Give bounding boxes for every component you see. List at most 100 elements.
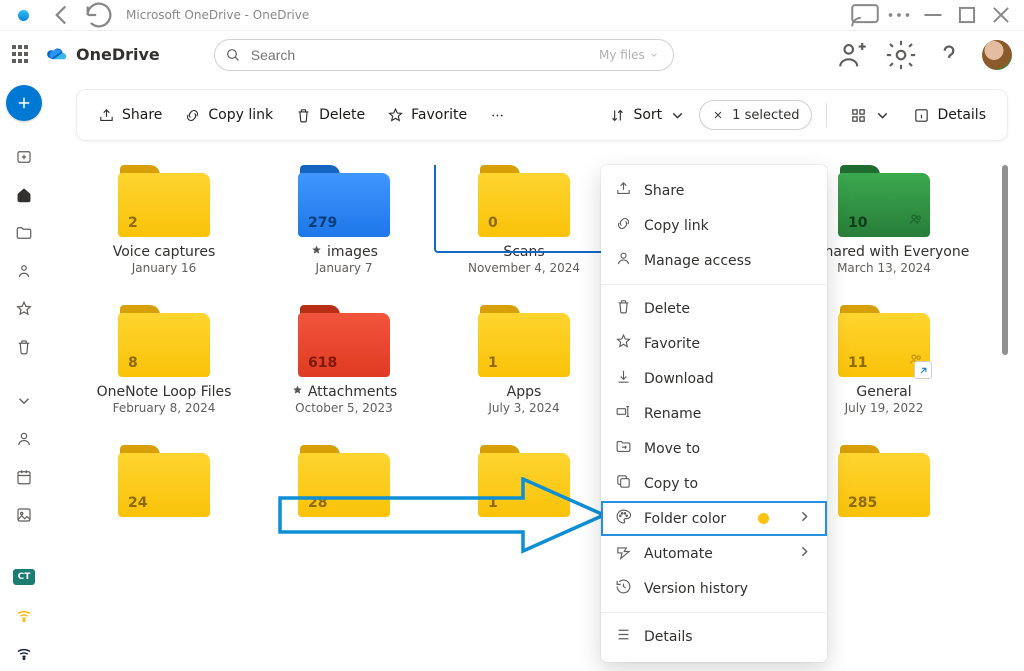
- folder-item[interactable]: 8 OneNote Loop Files February 8, 2024: [76, 305, 252, 415]
- folder-icon: 1: [478, 305, 570, 377]
- nav-wifi2-icon[interactable]: [4, 635, 44, 671]
- folder-icon: 0: [478, 165, 570, 237]
- folder-item[interactable]: 28: [256, 445, 432, 541]
- nav-home-icon[interactable]: [4, 177, 44, 213]
- menu-item-rename[interactable]: Rename: [601, 396, 827, 431]
- search-bar[interactable]: My files: [214, 39, 674, 71]
- menu-item-label: Delete: [644, 301, 690, 317]
- cast-icon[interactable]: [848, 0, 882, 32]
- folder-name: Voice captures: [113, 243, 216, 261]
- favorite-button[interactable]: Favorite: [378, 97, 476, 133]
- selection-pill[interactable]: 1 selected: [699, 100, 812, 130]
- nav-recycle-icon[interactable]: [4, 329, 44, 365]
- folder-item[interactable]: 1 Apps July 3, 2024: [436, 305, 612, 415]
- app-launcher-icon[interactable]: [12, 45, 32, 65]
- menu-item-delete[interactable]: Delete: [601, 291, 827, 326]
- refresh-button[interactable]: [82, 0, 116, 30]
- folder-icon: 279: [298, 165, 390, 237]
- copyto-icon: [615, 473, 632, 494]
- add-button[interactable]: [6, 85, 42, 121]
- nav-ct-badge[interactable]: CT: [4, 559, 44, 595]
- folder-item[interactable]: 279 images January 7: [256, 165, 432, 275]
- link-icon: [615, 215, 632, 236]
- automate-icon: [615, 543, 632, 564]
- share-button[interactable]: Share: [89, 97, 171, 133]
- folder-icon: 28: [298, 445, 390, 517]
- window-titlebar: Microsoft OneDrive - OneDrive: [0, 0, 1024, 31]
- copylink-button[interactable]: Copy link: [175, 97, 282, 133]
- item-count: 1: [488, 355, 498, 371]
- folder-name: images: [310, 243, 378, 261]
- folder-item[interactable]: 1: [436, 445, 612, 541]
- maximize-button[interactable]: [950, 0, 984, 32]
- folder-icon: 24: [118, 445, 210, 517]
- menu-item-label: Favorite: [644, 336, 700, 352]
- search-scope-label[interactable]: My files: [599, 48, 663, 62]
- folder-name: General: [856, 383, 911, 401]
- folder-icon: 2: [118, 165, 210, 237]
- menu-item-favorite[interactable]: Favorite: [601, 326, 827, 361]
- back-button[interactable]: [44, 0, 78, 30]
- sort-button[interactable]: Sort: [600, 97, 695, 133]
- nav-media-icon[interactable]: [4, 497, 44, 533]
- more-icon[interactable]: [882, 0, 916, 32]
- menu-item-details[interactable]: Details: [601, 619, 827, 654]
- menu-item-label: Details: [644, 629, 693, 645]
- folder-item[interactable]: 618 Attachments October 5, 2023: [256, 305, 432, 415]
- menu-item-copy link[interactable]: Copy link: [601, 208, 827, 243]
- nav-shared-icon[interactable]: [4, 253, 44, 289]
- search-icon: [225, 47, 241, 63]
- context-menu[interactable]: Share Copy link Manage access Delete Fav…: [601, 165, 827, 662]
- folder-icon: 285: [838, 445, 930, 517]
- close-button[interactable]: [984, 0, 1018, 32]
- menu-item-copy to[interactable]: Copy to: [601, 466, 827, 501]
- menu-item-download[interactable]: Download: [601, 361, 827, 396]
- clear-selection-icon[interactable]: [712, 109, 724, 121]
- nav-add-to-onedrive-icon[interactable]: [4, 139, 44, 175]
- download-icon: [615, 368, 632, 389]
- item-count: 28: [308, 495, 327, 511]
- details-button[interactable]: Details: [904, 97, 995, 133]
- delete-button[interactable]: Delete: [286, 97, 374, 133]
- star-icon: [615, 333, 632, 354]
- menu-item-move to[interactable]: Move to: [601, 431, 827, 466]
- menu-item-version history[interactable]: Version history: [601, 571, 827, 606]
- scrollbar-thumb[interactable]: [1002, 165, 1008, 355]
- item-count: 8: [128, 355, 138, 371]
- folder-item[interactable]: 2 Voice captures January 16: [76, 165, 252, 275]
- folder-icon: 10: [838, 165, 930, 237]
- nav-favorites-icon[interactable]: [4, 291, 44, 327]
- folder-date: January 16: [132, 261, 197, 275]
- menu-item-manage access[interactable]: Manage access: [601, 243, 827, 278]
- folder-item[interactable]: 24: [76, 445, 252, 541]
- menu-item-label: Version history: [644, 581, 748, 597]
- menu-item-share[interactable]: Share: [601, 173, 827, 208]
- avatar[interactable]: [980, 38, 1014, 72]
- nav-files-icon[interactable]: [4, 215, 44, 251]
- command-bar: Share Copy link Delete Favorite Sort: [76, 89, 1008, 141]
- menu-item-label: Move to: [644, 441, 700, 457]
- nav-people-icon[interactable]: [4, 421, 44, 457]
- help-icon[interactable]: [932, 38, 966, 72]
- nav-wifi-icon[interactable]: [4, 597, 44, 633]
- premium-icon[interactable]: [836, 38, 870, 72]
- folder-name: Apps: [507, 383, 542, 401]
- menu-item-automate[interactable]: Automate: [601, 536, 827, 571]
- chevron-down-icon: [649, 50, 659, 60]
- chevron-down-icon: [669, 107, 686, 124]
- minimize-button[interactable]: [916, 0, 950, 32]
- nav-meetings-icon[interactable]: [4, 459, 44, 495]
- chevron-right-icon: [796, 508, 813, 529]
- view-button[interactable]: [841, 97, 900, 133]
- folder-item[interactable]: 0 Scans November 4, 2024: [436, 165, 612, 275]
- color-icon: [615, 508, 632, 529]
- menu-item-label: Manage access: [644, 253, 751, 269]
- menu-item-label: Folder color: [644, 511, 726, 527]
- search-input[interactable]: [249, 40, 591, 70]
- history-icon: [615, 578, 632, 599]
- more-button[interactable]: [480, 97, 515, 133]
- menu-item-folder color[interactable]: Folder color: [601, 501, 827, 536]
- nav-expand-icon[interactable]: [4, 383, 44, 419]
- menu-item-label: Share: [644, 183, 684, 199]
- settings-icon[interactable]: [884, 38, 918, 72]
